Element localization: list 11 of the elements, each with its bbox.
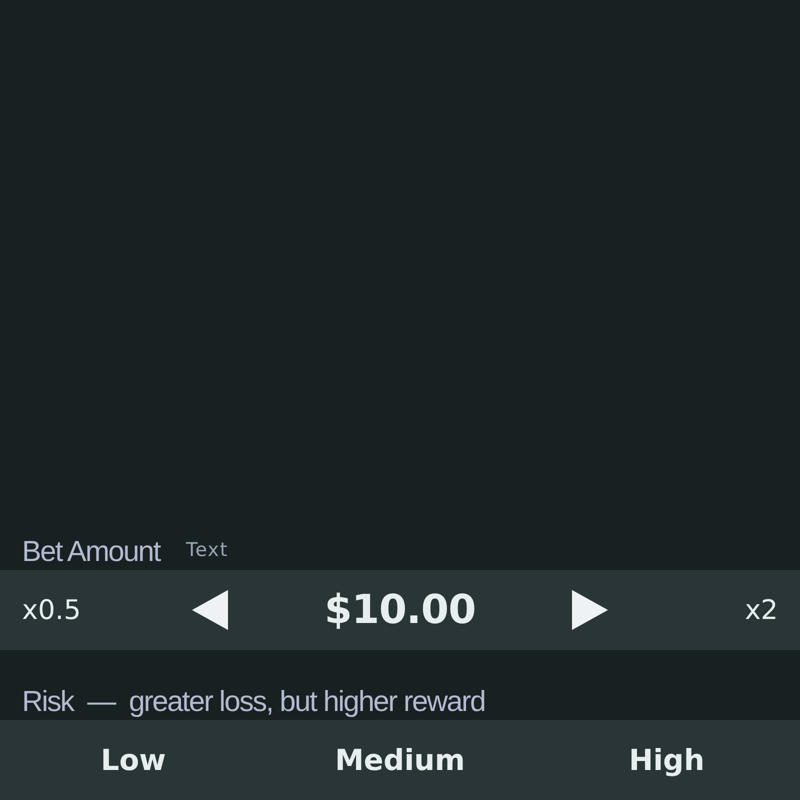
bet-amount-label: Bet Amount (22, 535, 160, 570)
risk-option[interactable]: High (628, 743, 704, 777)
left-triangle-icon[interactable] (192, 590, 228, 630)
bet-amount-value: $10.00 (324, 587, 476, 633)
double-bet-button[interactable]: x2 (744, 594, 778, 626)
risk-option[interactable]: Low (100, 743, 166, 777)
hint-text: Text (186, 538, 228, 563)
halve-bet-button[interactable]: x0.5 (22, 594, 81, 626)
right-triangle-icon[interactable] (572, 590, 608, 630)
risk-option[interactable]: Medium (334, 743, 466, 777)
risk-label: Risk — greater loss, but higher reward (22, 685, 485, 720)
